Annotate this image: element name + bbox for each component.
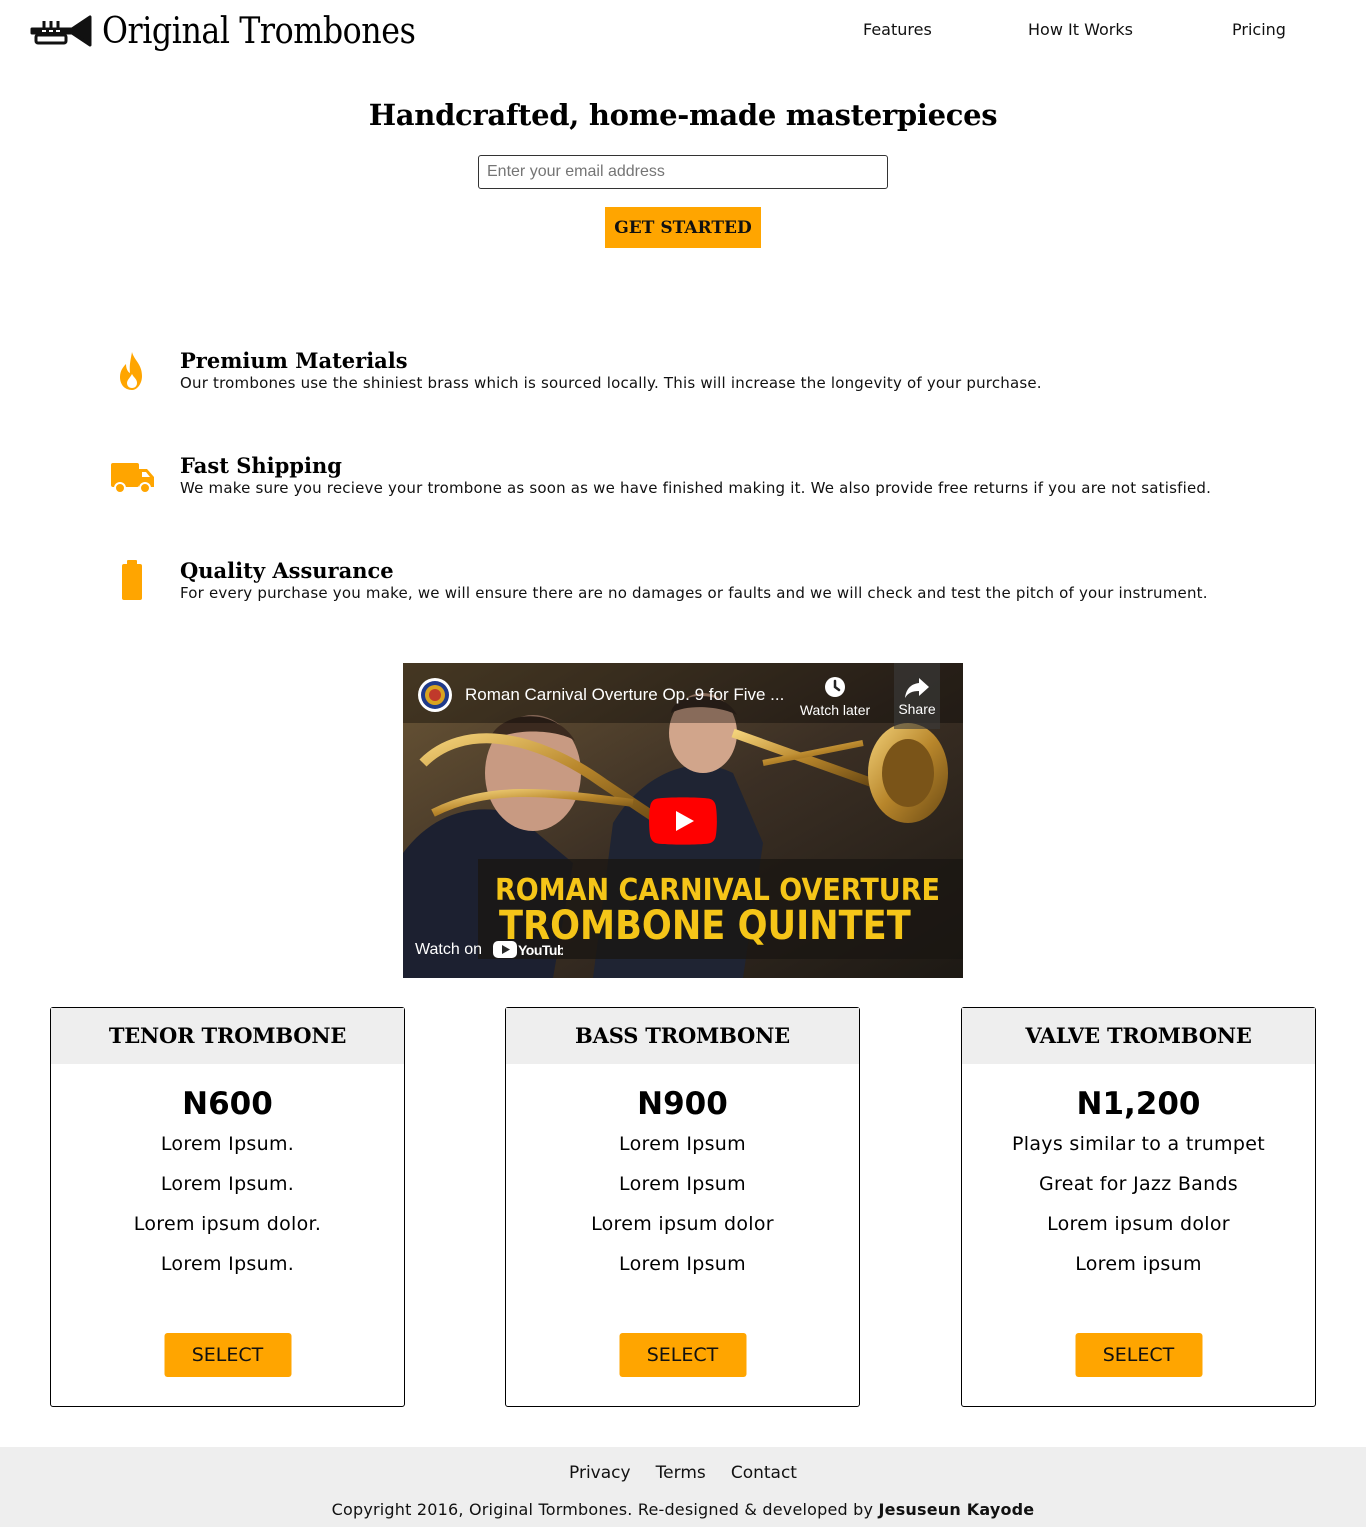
watch-later-button[interactable]: Watch later (795, 675, 875, 718)
channel-avatar-icon[interactable] (417, 677, 453, 713)
hero-title: Handcrafted, home-made masterpieces (368, 98, 998, 132)
trumpet-logo-icon (30, 15, 92, 47)
feature-title: Premium Materials (180, 348, 408, 373)
copyright-author: Jesuseun Kayode (878, 1500, 1035, 1519)
plan-feature: Lorem Ipsum (619, 1133, 746, 1155)
plan-name: BASS TROMBONE (506, 1008, 859, 1064)
plan-name: TENOR TROMBONE (51, 1008, 404, 1064)
feature-quality-assurance: Quality Assurance For every purchase you… (0, 558, 1366, 628)
feature-description: For every purchase you make, we will ens… (180, 584, 1208, 602)
pricing-card-valve: VALVE TROMBONE N1,200 Plays similar to a… (961, 1007, 1316, 1407)
nav-link-pricing[interactable]: Pricing (1232, 20, 1286, 39)
watch-on-label: Watch on (415, 941, 482, 958)
pricing-card-tenor: TENOR TROMBONE N600 Lorem Ipsum. Lorem I… (50, 1007, 405, 1407)
plan-feature: Lorem Ipsum. (160, 1253, 295, 1275)
footer-link-privacy[interactable]: Privacy (569, 1463, 631, 1483)
logo[interactable]: Original Trombones (30, 8, 458, 54)
get-started-button[interactable]: GET STARTED (605, 207, 761, 248)
plan-feature: Lorem Ipsum (619, 1173, 746, 1195)
feature-description: We make sure you recieve your trombone a… (180, 479, 1212, 497)
footer-links: Privacy Terms Contact (0, 1463, 1366, 1483)
plan-feature: Lorem ipsum dolor (591, 1213, 774, 1235)
feature-description: Our trombones use the shiniest brass whi… (180, 374, 1042, 392)
copyright-text: Copyright 2016, Original Tormbones. Re-d… (0, 1500, 1366, 1519)
video-title[interactable]: Roman Carnival Overture Op. 9 for Five .… (465, 685, 784, 705)
battery-icon (122, 560, 142, 600)
copyright-prefix: Copyright 2016, Original Tormbones. Re-d… (331, 1500, 879, 1519)
plan-feature-list: Lorem Ipsum. Lorem Ipsum. Lorem ipsum do… (51, 1130, 404, 1290)
plan-price: N1,200 (1076, 1086, 1201, 1122)
youtube-logo-icon: YouTube (493, 941, 563, 958)
plan-price: N900 (637, 1086, 728, 1122)
feature-title: Quality Assurance (180, 558, 394, 583)
select-bass-button[interactable]: SELECT (619, 1333, 746, 1377)
plan-name: VALVE TROMBONE (962, 1008, 1315, 1064)
plan-feature-list: Lorem Ipsum Lorem Ipsum Lorem ipsum dolo… (506, 1130, 859, 1290)
plan-feature: Lorem Ipsum. (160, 1133, 295, 1155)
email-input[interactable] (478, 155, 888, 189)
site-header: Original Trombones Features How It Works… (0, 0, 1366, 62)
clock-icon (825, 677, 845, 697)
logo-text: Original Trombones (102, 10, 416, 52)
plan-feature: Lorem Ipsum. (160, 1173, 295, 1195)
share-label: Share (898, 701, 936, 717)
plan-feature: Lorem ipsum dolor (1047, 1213, 1230, 1235)
site-footer: Privacy Terms Contact Copyright 2016, Or… (0, 1447, 1366, 1527)
select-valve-button[interactable]: SELECT (1075, 1333, 1202, 1377)
feature-fast-shipping: Fast Shipping We make sure you recieve y… (0, 453, 1366, 523)
share-arrow-icon (905, 678, 929, 698)
feature-title: Fast Shipping (180, 453, 342, 478)
plan-price: N600 (182, 1086, 273, 1122)
svg-text:YouTube: YouTube (518, 942, 563, 958)
truck-icon (111, 463, 154, 494)
footer-link-contact[interactable]: Contact (731, 1463, 797, 1483)
footer-link-terms[interactable]: Terms (656, 1463, 706, 1483)
plan-feature: Lorem ipsum (1075, 1253, 1202, 1275)
nav-link-features[interactable]: Features (863, 20, 932, 39)
plan-feature: Lorem Ipsum (619, 1253, 746, 1275)
plan-feature: Great for Jazz Bands (1038, 1173, 1238, 1195)
select-tenor-button[interactable]: SELECT (164, 1333, 291, 1377)
plan-feature: Plays similar to a trumpet (1012, 1133, 1265, 1155)
share-button[interactable]: Share (894, 663, 940, 729)
watch-later-label: Watch later (799, 702, 871, 718)
play-icon[interactable] (649, 797, 717, 845)
plan-feature: Lorem ipsum dolor. (133, 1213, 322, 1235)
plan-feature-list: Plays similar to a trumpet Great for Jaz… (962, 1130, 1315, 1290)
nav-link-how-it-works[interactable]: How It Works (1028, 20, 1133, 39)
watch-on-youtube-link[interactable]: Watch on YouTube (403, 931, 573, 971)
feature-premium-materials: Premium Materials Our trombones use the … (0, 348, 1366, 418)
video-embed[interactable]: Roman Carnival Overture Op. 9 for Five .… (403, 663, 963, 978)
fire-icon (120, 352, 142, 390)
pricing-card-bass: BASS TROMBONE N900 Lorem Ipsum Lorem Ips… (505, 1007, 860, 1407)
